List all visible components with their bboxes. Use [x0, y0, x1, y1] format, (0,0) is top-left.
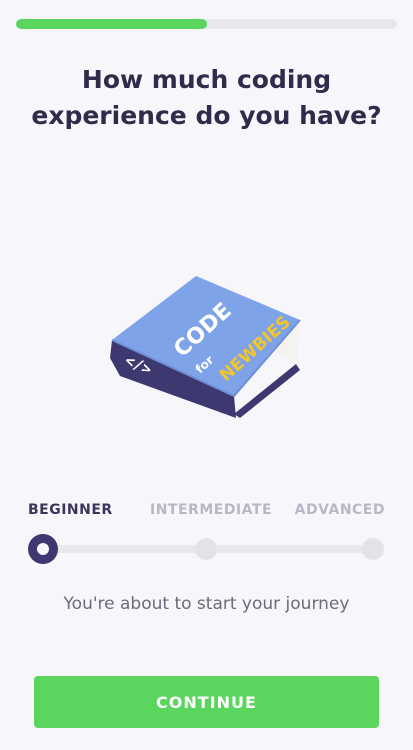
level-intermediate[interactable]: INTERMEDIATE — [150, 502, 272, 518]
level-description: You're about to start your journey — [63, 594, 350, 614]
slider-stop-advanced[interactable] — [362, 538, 384, 560]
progress-bar-fill — [16, 19, 207, 29]
book-illustration: </> CODE for NEWBIES — [110, 276, 301, 418]
level-beginner[interactable]: BEGINNER — [28, 502, 113, 518]
level-advanced[interactable]: ADVANCED — [295, 502, 385, 518]
slider-stop-intermediate[interactable] — [195, 538, 217, 560]
progress-bar — [16, 19, 397, 29]
experience-slider[interactable] — [28, 534, 384, 564]
continue-button[interactable]: CONTINUE — [34, 676, 379, 728]
slider-thumb[interactable] — [28, 534, 58, 564]
experience-level-labels: BEGINNER INTERMEDIATE ADVANCED — [28, 502, 385, 522]
question-title: How much coding experience do you have? — [31, 65, 382, 130]
